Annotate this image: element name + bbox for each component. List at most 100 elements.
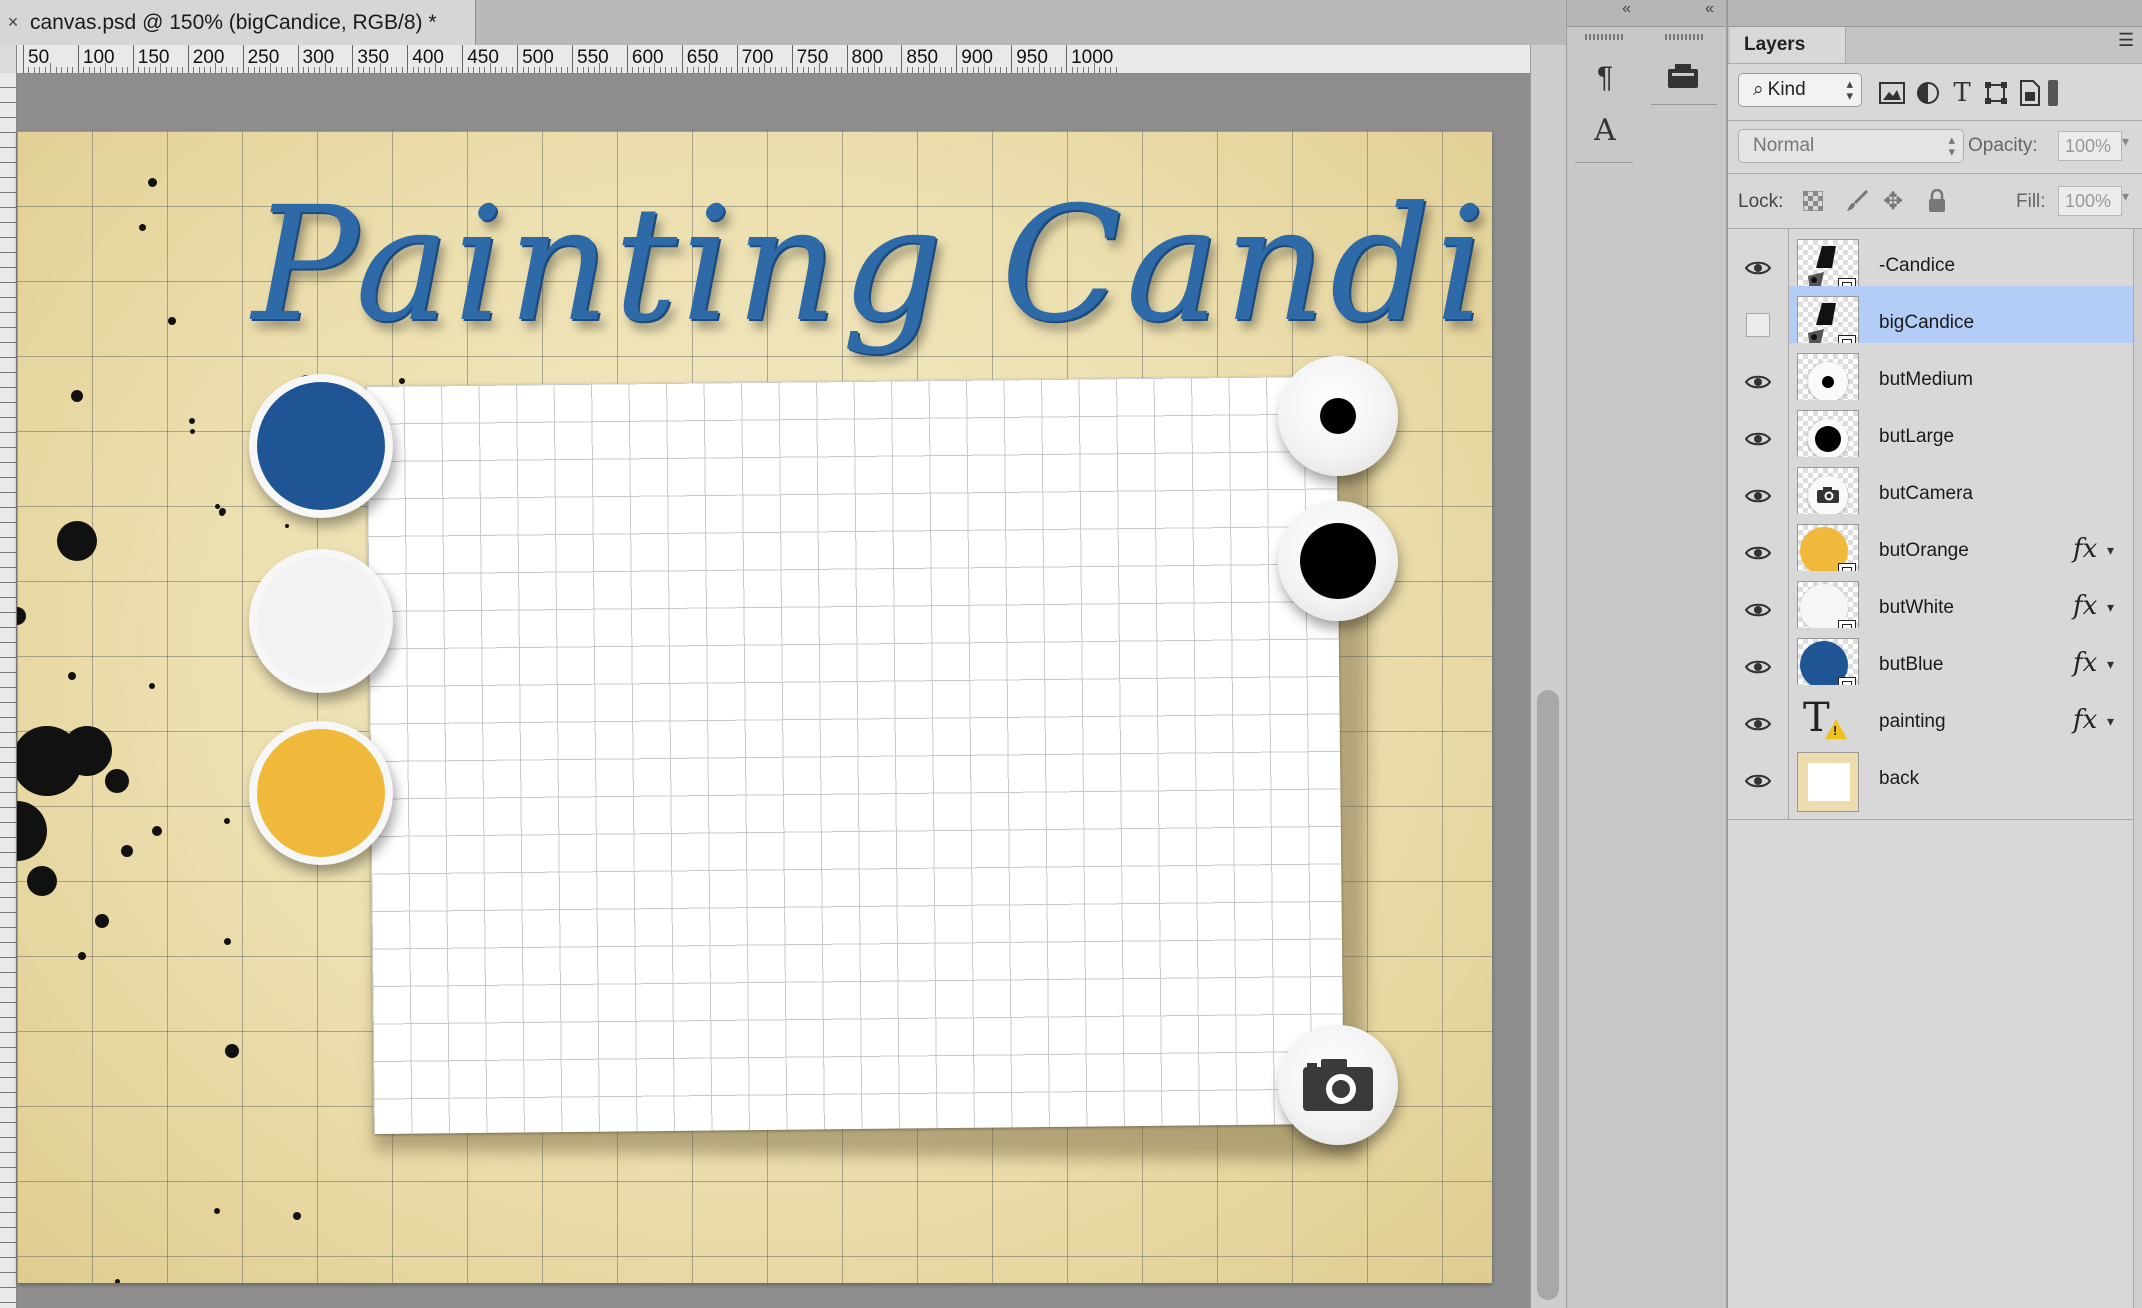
ruler-minor-tick: [165, 67, 167, 73]
panel-grip[interactable]: [1665, 34, 1703, 40]
lock-image-pixels-icon[interactable]: [1842, 186, 1872, 216]
lock-position-icon[interactable]: ✥: [1878, 186, 1908, 216]
horizontal-ruler[interactable]: 50 100 150 200 250 300 350 400 450 500 550 600 650 70…: [0, 45, 1530, 74]
shape-filter-icon[interactable]: [1980, 77, 2012, 109]
collapse-arrows-icon[interactable]: «: [1705, 0, 1714, 17]
vertical-ruler[interactable]: [0, 73, 17, 1308]
blue-color-button[interactable]: [249, 374, 393, 518]
ink-dot: [105, 769, 129, 793]
eye-icon: [1745, 603, 1771, 616]
blend-mode-select[interactable]: Normal ▴ ▾: [1738, 129, 1964, 163]
filter-kind-select[interactable]: ⌕ Kind ▴ ▾: [1738, 73, 1862, 107]
ink-dot: [95, 914, 109, 928]
type-filter-icon[interactable]: T: [1946, 77, 1978, 109]
ruler-minor-tick: [346, 67, 348, 73]
tab-layers[interactable]: Layers: [1730, 27, 1846, 63]
artboard[interactable]: Painting Candice: [17, 131, 1492, 1283]
ruler-minor-tick: [440, 67, 442, 73]
ruler-minor-tick: [204, 67, 206, 73]
layer-effects-icon[interactable]: fx: [2073, 534, 2097, 564]
lock-all-icon[interactable]: [1922, 186, 1952, 216]
filter-toggle[interactable]: [2046, 77, 2060, 109]
ruler-minor-tick: [401, 67, 403, 73]
ruler-tick: 150: [132, 45, 170, 73]
character-panel-button[interactable]: A: [1581, 106, 1629, 154]
panel-menu-icon[interactable]: ☰: [2118, 30, 2134, 51]
ruler-minor-tick: [237, 67, 239, 73]
ruler-minor-tick: [1044, 67, 1046, 73]
ruler-minor-tick: [434, 63, 436, 73]
fill-dropdown-icon[interactable]: ▾: [2122, 188, 2129, 205]
layer-name[interactable]: butOrange: [1879, 540, 1969, 562]
ruler-minor-tick: [692, 67, 694, 73]
tool-presets-button[interactable]: [1659, 52, 1707, 100]
image-filter-icon[interactable]: [1876, 77, 1908, 109]
collapse-arrows-icon[interactable]: «: [1622, 0, 1631, 17]
ruler-minor-tick: [313, 67, 315, 73]
document-tab[interactable]: × canvas.psd @ 150% (bigCandice, RGB/8) …: [0, 0, 476, 45]
expand-effects-icon[interactable]: ▾: [2107, 599, 2114, 616]
ruler-tick-label: 50: [28, 47, 50, 68]
expand-effects-icon[interactable]: ▾: [2107, 713, 2114, 730]
layer-row[interactable]: back: [1728, 742, 2133, 820]
smart-object-filter-icon[interactable]: [2014, 77, 2046, 109]
layer-name[interactable]: butWhite: [1879, 597, 1954, 619]
adjustment-filter-icon[interactable]: [1912, 77, 1944, 109]
layer-name[interactable]: butCamera: [1879, 483, 1973, 505]
close-tab-icon[interactable]: ×: [2, 12, 24, 33]
document-tab-title: canvas.psd @ 150% (bigCandice, RGB/8) *: [30, 10, 437, 34]
collapse-strip-button-2[interactable]: «: [1643, 0, 1726, 27]
ruler-minor-tick: [511, 67, 513, 73]
layer-effects-icon[interactable]: fx: [2073, 648, 2097, 678]
fill-input[interactable]: 100%: [2058, 186, 2122, 216]
layer-name[interactable]: butMedium: [1879, 369, 1973, 391]
drawing-paper[interactable]: [366, 375, 1344, 1135]
layer-name[interactable]: butLarge: [1879, 426, 1954, 448]
ruler-tick: 50: [23, 45, 49, 73]
panel-header-bar[interactable]: [1728, 0, 2142, 27]
ruler-minor-tick: [742, 67, 744, 73]
expand-effects-icon[interactable]: ▾: [2107, 542, 2114, 559]
ruler-minor-tick: [917, 67, 919, 73]
ruler-minor-tick: [412, 67, 414, 73]
ruler-tick: 800: [846, 45, 883, 73]
ink-dot: [293, 1212, 301, 1220]
collapse-strip-button[interactable]: «: [1567, 0, 1643, 27]
brush-medium-button[interactable]: [1278, 356, 1398, 476]
orange-color-button[interactable]: [249, 721, 393, 865]
ruler-minor-tick: [725, 67, 727, 73]
panel-grip[interactable]: [1585, 34, 1623, 40]
ruler-minor-tick: [83, 67, 85, 73]
layer-visibility-toggle[interactable]: [1728, 742, 1789, 819]
layer-name-area[interactable]: back: [1789, 742, 2133, 819]
ruler-minor-tick: [841, 67, 842, 73]
opacity-dropdown-icon[interactable]: ▾: [2122, 133, 2129, 150]
layer-name[interactable]: butBlue: [1879, 654, 1943, 676]
ruler-minor-tick: [149, 67, 151, 73]
ruler-tick: 600: [626, 45, 664, 73]
camera-button[interactable]: [1278, 1025, 1398, 1145]
scrollbar-thumb[interactable]: [1537, 690, 1559, 1300]
ruler-minor-tick: [176, 67, 178, 73]
ruler-tick-label: 700: [741, 47, 774, 68]
ruler-minor-tick: [484, 67, 486, 73]
layer-effects-icon[interactable]: fx: [2073, 705, 2097, 735]
layer-list-scrollbar[interactable]: [2133, 229, 2142, 1308]
layer-name[interactable]: bigCandice: [1879, 312, 1974, 334]
opacity-input[interactable]: 100%: [2058, 131, 2122, 161]
layer-name[interactable]: painting: [1879, 711, 1946, 733]
ruler-minor-tick: [637, 67, 639, 73]
ruler-tick-label: 750: [796, 47, 829, 68]
paragraph-panel-button[interactable]: ¶: [1581, 54, 1629, 102]
white-color-button[interactable]: [249, 549, 393, 693]
layer-name[interactable]: -Candice: [1879, 255, 1955, 277]
ruler-tick: 650: [681, 45, 719, 73]
expand-effects-icon[interactable]: ▾: [2107, 656, 2114, 673]
layer-name[interactable]: back: [1879, 768, 1919, 790]
lock-transparent-pixels-icon[interactable]: [1798, 186, 1828, 216]
layer-effects-icon[interactable]: fx: [2073, 591, 2097, 621]
ruler-minor-tick: [665, 67, 667, 73]
brush-large-button[interactable]: [1278, 501, 1398, 621]
ruler-tick-label: 500: [522, 47, 554, 68]
ruler-origin[interactable]: [0, 45, 17, 74]
